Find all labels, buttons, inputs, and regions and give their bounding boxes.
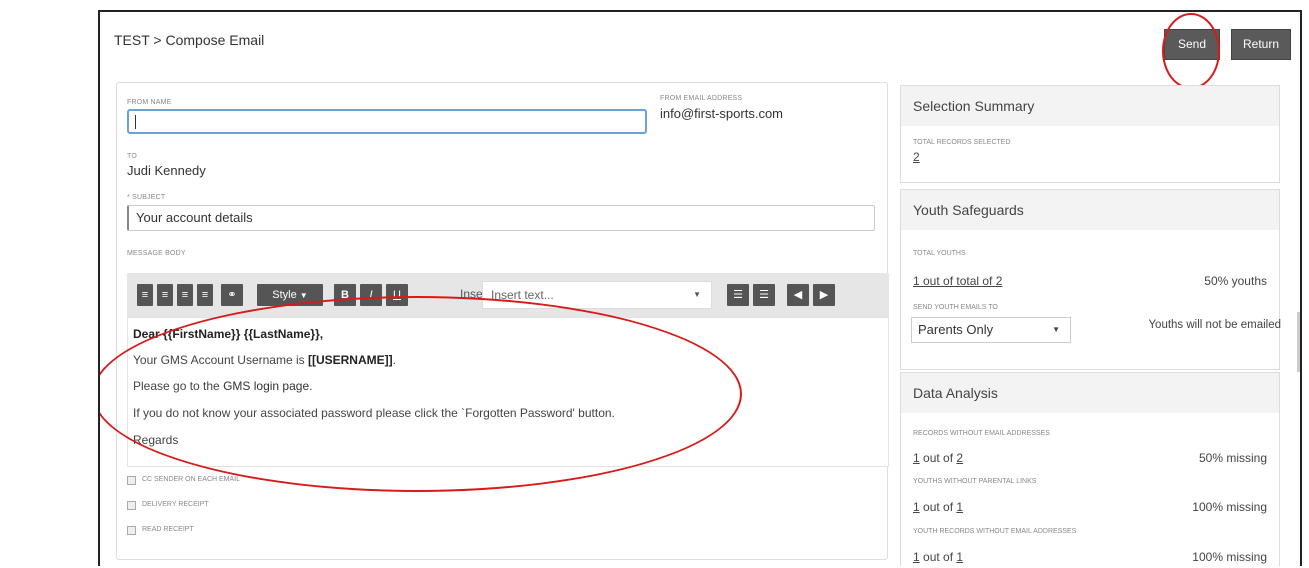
selection-summary-card: Selection Summary TOTAL RECORDS SELECTED… bbox=[900, 85, 1280, 183]
italic-button[interactable]: I bbox=[360, 284, 382, 306]
total-youths-value: 1 out of total of 2 bbox=[913, 274, 1002, 288]
total-link[interactable]: 2 bbox=[956, 451, 963, 465]
count-link[interactable]: 1 bbox=[913, 451, 920, 465]
chevron-down-icon: ▼ bbox=[299, 291, 308, 300]
send-youth-emails-value: Parents Only bbox=[918, 322, 994, 337]
send-youth-emails-select[interactable]: Parents Only ▼ bbox=[911, 317, 1071, 343]
insert-text-select[interactable]: Insert text... ▼ bbox=[482, 281, 712, 309]
cc-sender-label: CC SENDER ON EACH EMAIL bbox=[142, 476, 241, 483]
underline-button[interactable]: U bbox=[386, 284, 408, 306]
total-link[interactable]: 1 bbox=[956, 500, 963, 514]
message-line-regards: Regards bbox=[133, 433, 179, 447]
compose-email-window: TEST > Compose Email Send Return FROM NA… bbox=[98, 10, 1302, 566]
align-center-icon[interactable]: ≡ bbox=[157, 284, 173, 306]
total-link[interactable]: 1 bbox=[956, 550, 963, 564]
from-name-input[interactable] bbox=[127, 109, 647, 134]
redo-icon[interactable]: ▶ bbox=[813, 284, 835, 306]
to-label: TO bbox=[127, 153, 137, 160]
align-right-icon[interactable]: ≡ bbox=[177, 284, 193, 306]
login-page-link[interactable]: GMS login page bbox=[223, 379, 309, 393]
message-text: . bbox=[309, 379, 313, 393]
message-line-password: If you do not know your associated passw… bbox=[133, 406, 615, 420]
from-email-value: info@first-sports.com bbox=[660, 106, 783, 121]
card-header: Selection Summary bbox=[901, 86, 1279, 126]
page-scrollbar[interactable] bbox=[1297, 312, 1300, 372]
text-caret bbox=[135, 115, 136, 129]
align-justify-icon[interactable]: ≡ bbox=[197, 284, 213, 306]
subject-input[interactable]: Your account details bbox=[127, 205, 875, 231]
youths-without-parental-links-value: 1 out of 1 bbox=[913, 500, 963, 514]
chevron-down-icon: ▼ bbox=[1052, 325, 1060, 334]
message-body-editor[interactable]: Dear {{FirstName}} {{LastName}}, Your GM… bbox=[127, 317, 889, 467]
subject-label: * SUBJECT bbox=[127, 194, 166, 201]
message-greeting: Dear {{FirstName}} {{LastName}}, bbox=[133, 327, 324, 341]
total-records-value[interactable]: 2 bbox=[913, 150, 920, 164]
read-receipt-label: READ RECEIPT bbox=[142, 526, 194, 533]
breadcrumb: TEST > Compose Email bbox=[114, 32, 265, 48]
data-analysis-title: Data Analysis bbox=[913, 385, 998, 401]
to-value: Judi Kennedy bbox=[127, 163, 206, 178]
records-without-email-label: RECORDS WITHOUT EMAIL ADDRESSES bbox=[913, 430, 1050, 437]
youths-not-emailed-note: Youths will not be emailed bbox=[1148, 319, 1281, 331]
youths-total-link[interactable]: 2 bbox=[996, 274, 1003, 288]
youth-safeguards-title: Youth Safeguards bbox=[913, 202, 1024, 218]
of-text: out of bbox=[919, 500, 957, 514]
count-link[interactable]: 1 bbox=[913, 500, 920, 514]
selection-summary-title: Selection Summary bbox=[913, 98, 1035, 114]
message-text: Your GMS Account Username is bbox=[133, 353, 308, 367]
of-text: out of bbox=[919, 451, 957, 465]
message-body-label: MESSAGE BODY bbox=[127, 250, 186, 257]
youth-records-without-email-missing: 100% missing bbox=[1192, 550, 1267, 564]
records-without-email-value: 1 out of 2 bbox=[913, 451, 963, 465]
username-token: [[USERNAME]] bbox=[307, 353, 393, 367]
bullet-list-icon[interactable]: ☰ bbox=[727, 284, 749, 306]
read-receipt-checkbox[interactable] bbox=[127, 526, 136, 535]
of-text: out of bbox=[919, 550, 957, 564]
records-without-email-missing: 50% missing bbox=[1198, 451, 1267, 465]
youths-percent: 50% youths bbox=[1204, 274, 1267, 288]
youths-count-text: 1 out of total of bbox=[913, 274, 996, 288]
cc-sender-checkbox[interactable] bbox=[127, 476, 136, 485]
count-link[interactable]: 1 bbox=[913, 550, 920, 564]
from-email-label: FROM EMAIL ADDRESS bbox=[660, 95, 743, 102]
total-records-label: TOTAL RECORDS SELECTED bbox=[913, 139, 1011, 146]
message-line-login: Please go to the GMS login page. bbox=[133, 379, 312, 393]
total-youths-label: TOTAL YOUTHS bbox=[913, 250, 966, 257]
message-line-username: Your GMS Account Username is [[USERNAME]… bbox=[133, 353, 396, 367]
style-label: Style bbox=[272, 289, 297, 301]
send-youth-emails-label: SEND YOUTH EMAILS TO bbox=[913, 304, 998, 311]
data-analysis-card: Data Analysis RECORDS WITHOUT EMAIL ADDR… bbox=[900, 372, 1280, 566]
chevron-down-icon: ▼ bbox=[693, 290, 701, 299]
compose-panel: FROM NAME FROM EMAIL ADDRESS info@first-… bbox=[116, 82, 889, 560]
delivery-receipt-checkbox[interactable] bbox=[127, 501, 136, 510]
youths-without-parental-links-label: YOUTHS WITHOUT PARENTAL LINKS bbox=[913, 478, 1037, 485]
link-icon[interactable]: ⚭ bbox=[221, 284, 243, 306]
style-dropdown[interactable]: Style ▼ bbox=[257, 284, 323, 306]
card-header: Youth Safeguards bbox=[901, 190, 1279, 230]
youth-safeguards-card: Youth Safeguards TOTAL YOUTHS 1 out of t… bbox=[900, 189, 1281, 370]
card-header: Data Analysis bbox=[901, 373, 1279, 413]
youth-records-without-email-label: YOUTH RECORDS WITHOUT EMAIL ADDRESSES bbox=[913, 528, 1077, 535]
bold-button[interactable]: B bbox=[334, 284, 356, 306]
from-name-label: FROM NAME bbox=[127, 99, 172, 106]
youth-records-without-email-value: 1 out of 1 bbox=[913, 550, 963, 564]
undo-icon[interactable]: ◀ bbox=[787, 284, 809, 306]
editor-toolbar: ≡ ≡ ≡ ≡ ⚭ Style ▼ B I U Insert Insert te… bbox=[127, 273, 889, 317]
delivery-receipt-label: DELIVERY RECEIPT bbox=[142, 501, 209, 508]
message-text: Please go to the bbox=[133, 379, 224, 393]
message-text: . bbox=[392, 353, 396, 367]
align-left-icon[interactable]: ≡ bbox=[137, 284, 153, 306]
send-button[interactable]: Send bbox=[1164, 29, 1220, 60]
insert-placeholder: Insert text... bbox=[491, 288, 554, 302]
return-button[interactable]: Return bbox=[1231, 29, 1291, 60]
numbered-list-icon[interactable]: ☰ bbox=[753, 284, 775, 306]
youths-without-parental-links-missing: 100% missing bbox=[1192, 500, 1267, 514]
